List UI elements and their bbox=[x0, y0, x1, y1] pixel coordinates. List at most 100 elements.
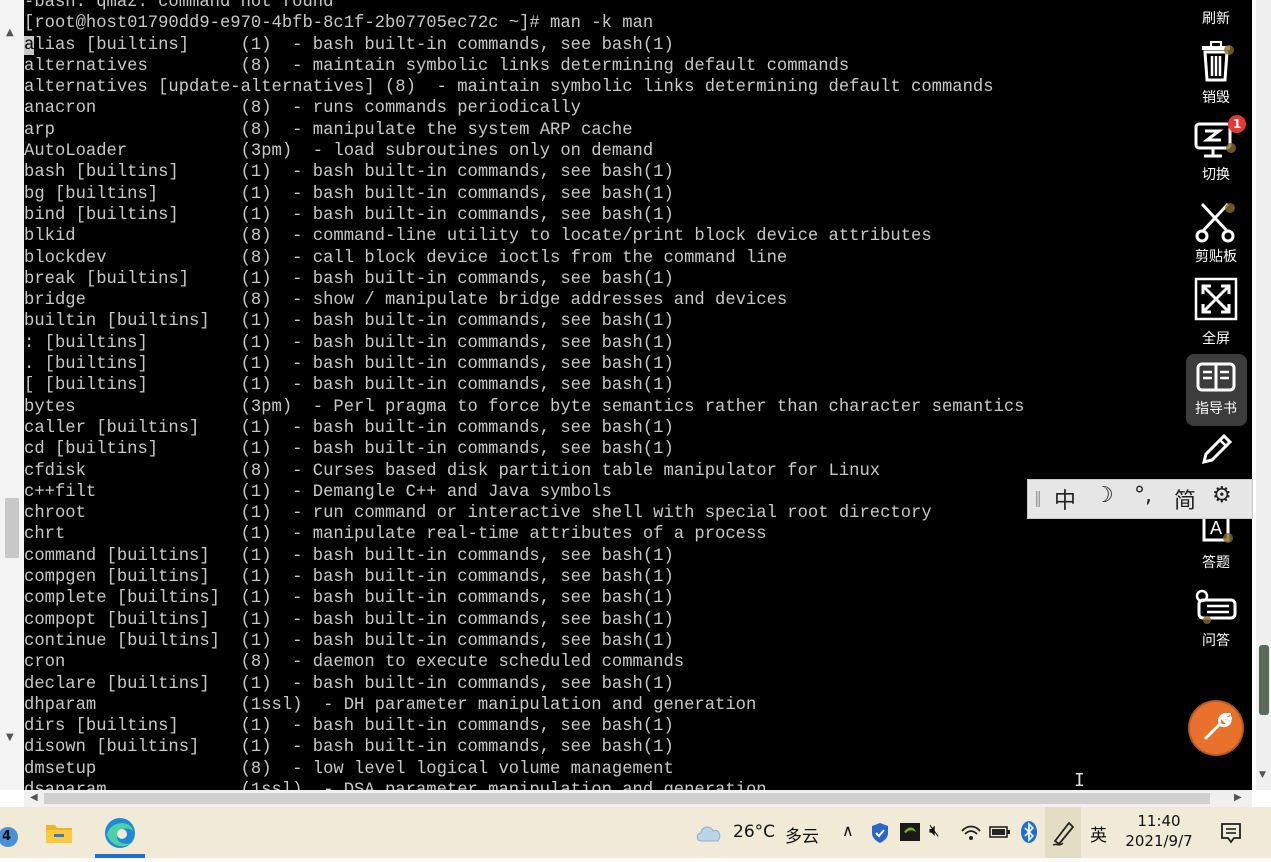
terminal-window[interactable]: -bash: qmaz: command not found [root@host… bbox=[24, 0, 1252, 790]
ime-punct-toggle[interactable]: °, bbox=[1134, 483, 1152, 508]
terminal-vertical-scrollbar[interactable]: ▲ ▼ bbox=[0, 0, 24, 790]
terminal-line: anacron (8) - runs commands periodically bbox=[24, 99, 581, 119]
terminal-line: dhparam (1ssl) - DH parameter manipulati… bbox=[24, 695, 757, 715]
wifi-icon[interactable] bbox=[960, 821, 982, 843]
battery-icon[interactable] bbox=[989, 825, 1011, 839]
folder-icon bbox=[46, 825, 72, 843]
terminal-line: -bash: qmaz: command not found bbox=[24, 0, 334, 12]
switch-label: 切换 bbox=[1202, 167, 1230, 183]
pencil-button[interactable] bbox=[1176, 430, 1256, 470]
switch-badge: 1 bbox=[1228, 115, 1246, 133]
input-language-indicator[interactable]: 英 bbox=[1090, 821, 1107, 846]
wrench-icon bbox=[1204, 713, 1232, 740]
edge-icon bbox=[105, 818, 135, 848]
terminal-line: dsaparam (1ssl) - DSA parameter manipula… bbox=[24, 780, 1024, 790]
clock-time: 11:40 bbox=[1137, 812, 1181, 830]
answer-label: 答题 bbox=[1202, 555, 1230, 571]
ime-drag-handle[interactable]: ‖ bbox=[1034, 488, 1042, 507]
terminal-line: alias [builtins] (1) - bash built-in com… bbox=[24, 35, 674, 55]
terminal-line: cfdisk (8) - Curses based disk partition… bbox=[24, 461, 881, 481]
refresh-button[interactable]: 刷新 bbox=[1176, 0, 1256, 28]
file-explorer-button[interactable] bbox=[44, 817, 74, 847]
terminal-line: chroot (1) - run command or interactive … bbox=[24, 504, 932, 524]
text-cursor-icon: I bbox=[1074, 770, 1085, 790]
terminal-line: command [builtins] (1) - bash built-in c… bbox=[24, 546, 674, 566]
terminal-line: alternatives [update-alternatives] (8) -… bbox=[24, 78, 994, 98]
volume-muted-icon[interactable]: 🔇︎ bbox=[929, 821, 940, 841]
terminal-line: cd [builtins] (1) - bash built-in comman… bbox=[24, 440, 674, 460]
terminal-line: arp (8) - manipulate the system ARP cach… bbox=[24, 120, 633, 140]
qa-label: 问答 bbox=[1202, 633, 1230, 649]
remote-lab-sidebar: 刷新 销毁 1 切换 剪贴板 全屏 指导书 A 答题 问答 bbox=[1176, 0, 1256, 790]
terminal-line: compopt [builtins] (1) - bash built-in c… bbox=[24, 610, 674, 630]
answer-button[interactable]: A 答题 bbox=[1176, 512, 1256, 572]
notification-indicator[interactable]: 4 bbox=[0, 825, 22, 849]
ime-moon-icon[interactable]: ☽ bbox=[1094, 483, 1114, 508]
ime-toolbar: ‖ 中 ☽ °, 简 ⚙ bbox=[1027, 479, 1253, 519]
scroll-down-arrow-icon[interactable]: ▼ bbox=[1259, 770, 1266, 780]
terminal-line: alternatives (8) - maintain symbolic lin… bbox=[24, 56, 850, 76]
terminal-line: dmsetup (8) - low level logical volume m… bbox=[24, 759, 674, 779]
fullscreen-icon bbox=[1194, 277, 1238, 321]
book-icon bbox=[1196, 362, 1236, 392]
clock-date: 2021/9/7 bbox=[1125, 832, 1193, 850]
scroll-up-arrow-icon[interactable]: ▲ bbox=[6, 28, 14, 38]
terminal-line: disown [builtins] (1) - bash built-in co… bbox=[24, 738, 674, 758]
terminal-output: -bash: qmaz: command not found [root@host… bbox=[24, 0, 1024, 790]
clock[interactable]: 11:40 2021/9/7 bbox=[1118, 811, 1200, 855]
terminal-horizontal-scrollbar[interactable]: ◀ ▶ bbox=[24, 790, 1252, 807]
terminal-line: blkid (8) - command-line utility to loca… bbox=[24, 227, 932, 247]
pencil-icon bbox=[1201, 433, 1233, 465]
qa-list-icon bbox=[1195, 589, 1237, 624]
nvidia-icon[interactable] bbox=[900, 823, 920, 841]
show-hidden-icons-chevron-icon[interactable]: ∧ bbox=[842, 821, 854, 840]
bluetooth-icon[interactable] bbox=[1020, 820, 1038, 844]
action-center-icon[interactable] bbox=[1220, 822, 1242, 844]
weather-description: 多云 bbox=[785, 827, 819, 847]
switch-button[interactable]: 1 切换 bbox=[1176, 115, 1256, 184]
tools-button[interactable] bbox=[1190, 702, 1242, 754]
guide-label: 指导书 bbox=[1195, 401, 1237, 417]
fullscreen-label: 全屏 bbox=[1202, 331, 1230, 347]
weather-temperature: 26°C bbox=[733, 822, 776, 842]
scroll-thumb[interactable] bbox=[44, 793, 1210, 804]
terminal-line: bridge (8) - show / manipulate bridge ad… bbox=[24, 291, 788, 311]
scroll-thumb[interactable] bbox=[5, 498, 19, 558]
guide-button[interactable]: 指导书 bbox=[1176, 362, 1256, 418]
fullscreen-button[interactable]: 全屏 bbox=[1176, 276, 1256, 348]
trash-icon bbox=[1202, 41, 1234, 82]
security-shield-icon[interactable] bbox=[870, 822, 890, 844]
qa-button[interactable]: 问答 bbox=[1176, 588, 1256, 650]
destroy-button[interactable]: 销毁 bbox=[1176, 40, 1256, 107]
weather-widget[interactable]: 26°C 多云 bbox=[695, 817, 825, 849]
ime-settings-icon[interactable]: ⚙ bbox=[1212, 483, 1232, 508]
terminal-cursor: a bbox=[24, 35, 35, 55]
terminal-line: bg [builtins] (1) - bash built-in comman… bbox=[24, 184, 674, 204]
terminal-line: bytes (3pm) - Perl pragma to force byte … bbox=[24, 397, 1025, 417]
window-vertical-scrollbar[interactable]: ▼ bbox=[1256, 0, 1271, 790]
terminal-line: cron (8) - daemon to execute scheduled c… bbox=[24, 653, 685, 673]
edge-browser-button[interactable] bbox=[95, 807, 145, 858]
active-app-indicator bbox=[95, 854, 145, 858]
terminal-line: break [builtins] (1) - bash built-in com… bbox=[24, 269, 674, 289]
terminal-line: . [builtins] (1) - bash built-in command… bbox=[24, 355, 674, 375]
ime-mode-toggle[interactable]: 中 bbox=[1054, 483, 1076, 515]
destroy-label: 销毁 bbox=[1202, 90, 1230, 106]
terminal-line: declare [builtins] (1) - bash built-in c… bbox=[24, 674, 674, 694]
terminal-line: c++filt (1) - Demangle C++ and Java symb… bbox=[24, 482, 612, 502]
clipboard-button[interactable]: 剪贴板 bbox=[1176, 198, 1256, 266]
terminal-line: chrt (1) - manipulate real-time attribut… bbox=[24, 525, 767, 545]
scroll-down-arrow-icon[interactable]: ▼ bbox=[6, 733, 14, 743]
cloud-icon bbox=[696, 826, 721, 842]
scroll-thumb[interactable] bbox=[1259, 645, 1269, 715]
terminal-line: bash [builtins] (1) - bash built-in comm… bbox=[24, 163, 674, 183]
terminal-line: builtin [builtins] (1) - bash built-in c… bbox=[24, 312, 674, 332]
terminal-line: caller [builtins] (1) - bash built-in co… bbox=[24, 418, 674, 438]
pen-workspace-button[interactable] bbox=[1045, 807, 1081, 858]
terminal-line: continue [builtins] (1) - bash built-in … bbox=[24, 631, 674, 651]
scroll-left-arrow-icon[interactable]: ◀ bbox=[30, 792, 38, 803]
ime-script-toggle[interactable]: 简 bbox=[1174, 483, 1196, 515]
svg-text:A: A bbox=[1210, 518, 1223, 539]
terminal-line: complete [builtins] (1) - bash built-in … bbox=[24, 589, 674, 609]
scroll-right-arrow-icon[interactable]: ▶ bbox=[1234, 792, 1242, 803]
